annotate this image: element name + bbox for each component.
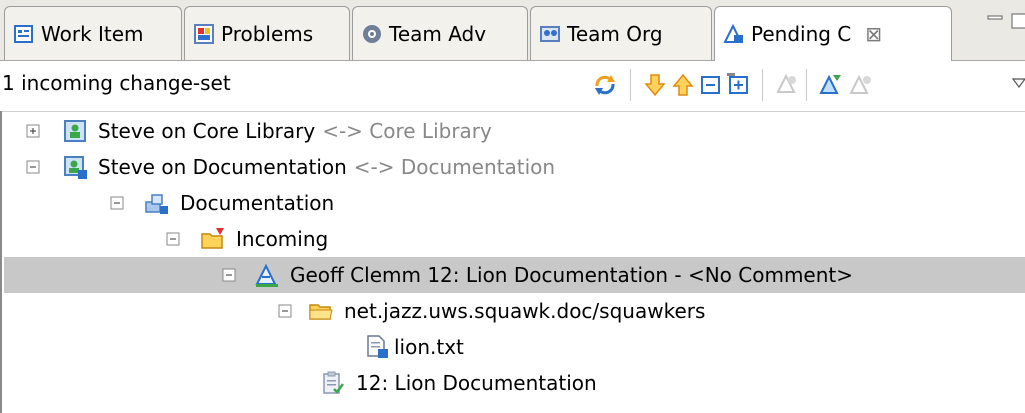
tree-row-change-set[interactable]: Geoff Clemm 12: Lion Documentation - <No… <box>4 257 1025 293</box>
tab-team-org[interactable]: Team Org <box>530 6 712 60</box>
tree-label: Documentation <box>180 191 335 215</box>
collapse-icon[interactable] <box>166 232 180 246</box>
tab-label: Work Item <box>41 21 144 46</box>
merge-icon[interactable] <box>848 72 874 98</box>
tab-label: Team Adv <box>389 21 487 46</box>
suspend-icon[interactable] <box>774 72 800 98</box>
toolbar-separator <box>806 69 807 101</box>
tree-label: Incoming <box>236 227 329 251</box>
collapse-icon[interactable] <box>110 196 124 210</box>
team-org-icon <box>540 25 560 42</box>
tree-row-folder-squawkers[interactable]: net.jazz.uws.squawk.doc/squawkers <box>0 293 1025 329</box>
maximize-icon[interactable] <box>1010 12 1025 30</box>
tree-label: Steve on Core Library <box>98 119 316 143</box>
incoming-folder-icon <box>201 228 224 249</box>
tree-label: Geoff Clemm 12: Lion Documentation - <No… <box>290 263 854 287</box>
tab-pending-changes[interactable]: Pending C ⊠ <box>714 6 952 61</box>
flow-target: <-> Documentation <box>353 155 556 179</box>
tree-row-work-item-link[interactable]: 12: Lion Documentation <box>0 365 1025 401</box>
tab-problems[interactable]: Problems <box>184 6 350 60</box>
tree-row-workspace-core-library[interactable]: Steve on Core Library <-> Core Library <box>0 113 1025 149</box>
view-toolbar: 1 incoming change-set <box>0 61 1025 112</box>
deliver-arrow-up-icon[interactable] <box>670 72 696 98</box>
incoming-summary: 1 incoming change-set <box>2 71 231 95</box>
expand-icon[interactable] <box>26 124 40 138</box>
tree-label: 12: Lion Documentation <box>356 371 597 395</box>
work-item-link-icon <box>323 371 344 394</box>
repository-workspace-icon <box>64 120 86 142</box>
tab-work-item[interactable]: Work Item <box>4 6 182 60</box>
close-icon[interactable]: ⊠ <box>865 22 882 46</box>
tree-row-component-documentation[interactable]: Documentation <box>0 185 1025 221</box>
team-advisor-icon <box>363 24 381 43</box>
component-icon <box>145 194 168 214</box>
tab-label: Team Org <box>567 21 663 46</box>
expand-all-icon[interactable] <box>726 72 752 98</box>
tree-label: net.jazz.uws.squawk.doc/squawkers <box>344 299 706 323</box>
toolbar-separator <box>762 69 763 101</box>
tab-label: Pending C <box>751 22 852 46</box>
pending-changes-icon <box>723 23 743 43</box>
collapse-icon[interactable] <box>26 160 40 174</box>
tree-row-workspace-documentation[interactable]: Steve on Documentation <-> Documentation <box>0 149 1025 185</box>
collapse-icon[interactable] <box>278 304 292 318</box>
tree-label: Steve on Documentation <box>98 155 347 179</box>
refresh-icon[interactable] <box>592 72 618 98</box>
tab-team-advisor[interactable]: Team Adv <box>352 6 528 60</box>
change-set-icon <box>255 263 278 287</box>
incoming-file-icon <box>367 335 388 358</box>
view-tab-bar: Work Item Problems Team Adv Team Org Pen… <box>0 0 1025 61</box>
view-menu-icon[interactable] <box>1012 77 1025 91</box>
collapse-icon[interactable] <box>222 268 236 282</box>
accept-arrow-down-icon[interactable] <box>642 72 668 98</box>
tab-label: Problems <box>221 21 314 46</box>
work-item-icon <box>14 24 33 43</box>
minimize-icon[interactable] <box>986 12 1004 30</box>
repository-workspace-incoming-icon <box>64 156 87 179</box>
collapse-all-icon[interactable] <box>698 72 724 98</box>
resolve-icon[interactable] <box>818 72 844 98</box>
tree-row-file-lion[interactable]: lion.txt <box>0 329 1025 365</box>
problems-icon <box>194 23 214 44</box>
tree-row-incoming[interactable]: Incoming <box>0 221 1025 257</box>
tree-label: lion.txt <box>394 335 464 359</box>
folder-icon <box>309 304 333 320</box>
toolbar-separator <box>630 69 631 101</box>
flow-target: <-> Core Library <box>322 119 492 143</box>
